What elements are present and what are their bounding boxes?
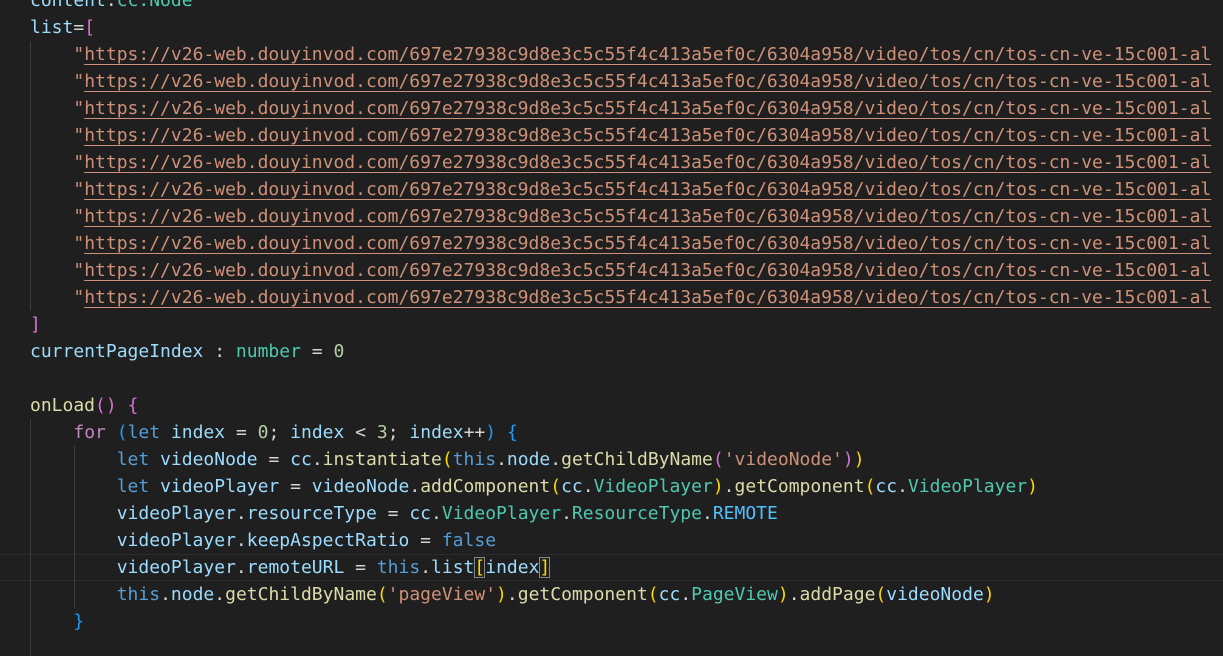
code-line-trailing[interactable]	[0, 635, 1223, 656]
current-page-type: number	[235, 341, 301, 362]
url-string[interactable]: https://v26-web.douyinvod.com/697e27938c…	[84, 260, 1211, 281]
code-line-current-page[interactable]: currentPageIndex : number = 0	[0, 338, 1223, 365]
indent-guide	[30, 41, 31, 68]
url-string[interactable]: https://v26-web.douyinvod.com/697e27938c…	[84, 287, 1211, 308]
url-string[interactable]: https://v26-web.douyinvod.com/697e27938c…	[84, 98, 1211, 119]
code-line-remote-url[interactable]: videoPlayer.remoteURL = this.list[index]	[0, 554, 1223, 581]
code-line-url[interactable]: "https://v26-web.douyinvod.com/697e27938…	[0, 257, 1223, 284]
code-line-url[interactable]: "https://v26-web.douyinvod.com/697e27938…	[0, 68, 1223, 95]
indent-guide	[30, 419, 31, 446]
code-line-video-player[interactable]: let videoPlayer = videoNode.addComponent…	[0, 473, 1223, 500]
code-line-url[interactable]: "https://v26-web.douyinvod.com/697e27938…	[0, 176, 1223, 203]
code-line-for-close[interactable]: }	[0, 608, 1223, 635]
indent-guide	[30, 284, 31, 311]
onload-function: onLoad	[30, 395, 96, 416]
code-line-content[interactable]: content:cc.Node	[0, 0, 1223, 14]
code-line-url[interactable]: "https://v26-web.douyinvod.com/697e27938…	[0, 230, 1223, 257]
code-line-onload[interactable]: onLoad() {	[0, 392, 1223, 419]
code-line-url[interactable]: "https://v26-web.douyinvod.com/697e27938…	[0, 284, 1223, 311]
code-line-add-page[interactable]: this.node.getChildByName('pageView').get…	[0, 581, 1223, 608]
code-editor[interactable]: content:cc.Node list=[ "https://v26-web.…	[0, 0, 1223, 656]
indent-guide	[30, 122, 31, 149]
content-property: content	[30, 0, 106, 11]
indent-guide	[30, 95, 31, 122]
indent-guide	[30, 230, 31, 257]
current-page-value: 0	[333, 341, 345, 362]
url-string[interactable]: https://v26-web.douyinvod.com/697e27938c…	[84, 206, 1211, 227]
code-line-video-node[interactable]: let videoNode = cc.instantiate(this.node…	[0, 446, 1223, 473]
indent-guide	[30, 203, 31, 230]
code-line-list-close[interactable]: ]	[0, 311, 1223, 338]
code-line-keep-aspect[interactable]: videoPlayer.keepAspectRatio = false	[0, 527, 1223, 554]
code-line-url[interactable]: "https://v26-web.douyinvod.com/697e27938…	[0, 203, 1223, 230]
bracket-match-open: [	[474, 557, 486, 578]
url-string[interactable]: https://v26-web.douyinvod.com/697e27938c…	[84, 71, 1211, 92]
url-list: "https://v26-web.douyinvod.com/697e27938…	[0, 41, 1223, 311]
list-property: list	[30, 17, 74, 38]
code-line-resource-type[interactable]: videoPlayer.resourceType = cc.VideoPlaye…	[0, 500, 1223, 527]
url-string[interactable]: https://v26-web.douyinvod.com/697e27938c…	[84, 125, 1211, 146]
code-line-list-open[interactable]: list=[	[0, 14, 1223, 41]
code-line-url[interactable]: "https://v26-web.douyinvod.com/697e27938…	[0, 41, 1223, 68]
url-string[interactable]: https://v26-web.douyinvod.com/697e27938c…	[84, 152, 1211, 173]
indent-guide	[30, 149, 31, 176]
code-lines: content:cc.Node list=[ "https://v26-web.…	[0, 0, 1223, 656]
code-line-for[interactable]: for (let index = 0; index < 3; index++) …	[0, 419, 1223, 446]
indent-guide	[30, 68, 31, 95]
content-type: cc.Node	[116, 0, 193, 11]
code-line-url[interactable]: "https://v26-web.douyinvod.com/697e27938…	[0, 122, 1223, 149]
bracket-match-close: ]	[539, 557, 551, 578]
url-string[interactable]: https://v26-web.douyinvod.com/697e27938c…	[84, 179, 1211, 200]
indent-guide	[30, 176, 31, 203]
indent-guide	[30, 257, 31, 284]
code-line-blank[interactable]	[0, 365, 1223, 392]
for-keyword: for	[73, 422, 106, 443]
code-line-url[interactable]: "https://v26-web.douyinvod.com/697e27938…	[0, 149, 1223, 176]
current-page-property: currentPageIndex	[30, 341, 204, 362]
url-string[interactable]: https://v26-web.douyinvod.com/697e27938c…	[84, 44, 1211, 65]
url-string[interactable]: https://v26-web.douyinvod.com/697e27938c…	[84, 233, 1211, 254]
code-line-url[interactable]: "https://v26-web.douyinvod.com/697e27938…	[0, 95, 1223, 122]
